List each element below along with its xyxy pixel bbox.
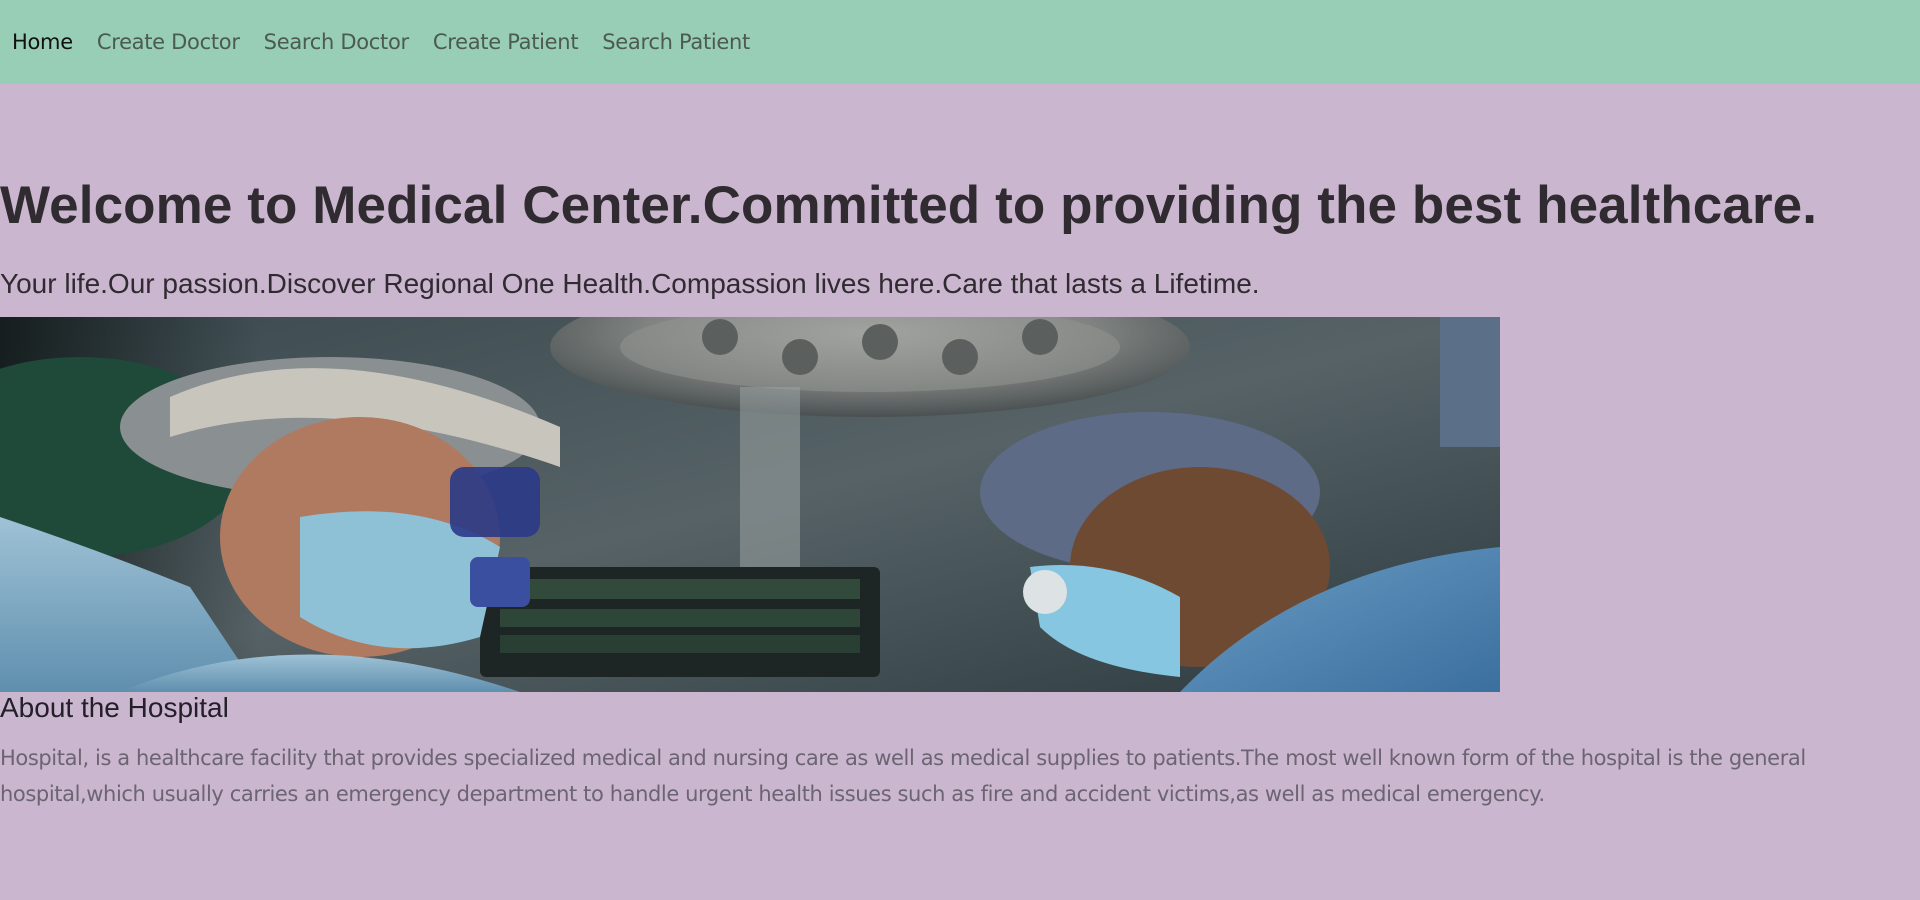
about-section-title: About the Hospital (0, 692, 229, 723)
nav-search-doctor-link[interactable]: Search Doctor (264, 30, 410, 54)
surgeons-hero-image (0, 317, 1500, 692)
nav-home-link[interactable]: Home (12, 30, 73, 54)
nav-search-patient-link[interactable]: Search Patient (602, 30, 750, 54)
nav-list: Home Create Doctor Search Doctor Create … (0, 30, 774, 54)
about-section-text: Hospital, is a healthcare facility that … (0, 746, 1806, 806)
page-title: Welcome to Medical Center.Committed to p… (0, 176, 1818, 235)
top-navbar: Home Create Doctor Search Doctor Create … (0, 0, 1920, 84)
nav-create-doctor-link[interactable]: Create Doctor (97, 30, 240, 54)
nav-create-patient-link[interactable]: Create Patient (433, 30, 579, 54)
page-subtitle: Your life.Our passion.Discover Regional … (0, 268, 1260, 299)
